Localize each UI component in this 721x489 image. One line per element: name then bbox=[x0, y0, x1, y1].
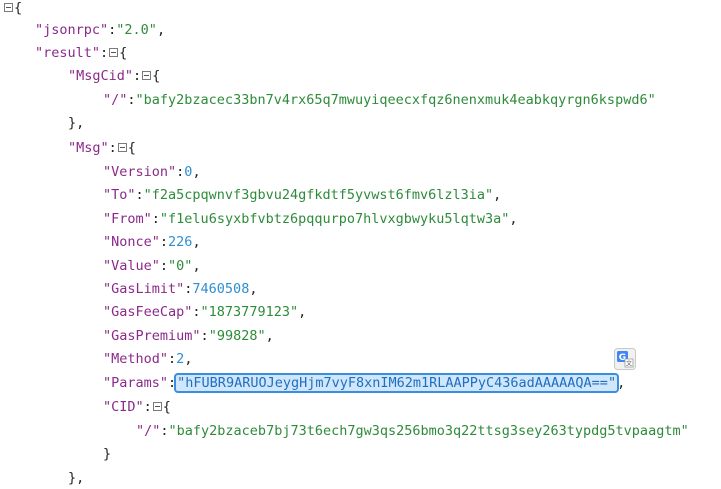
json-value-gaslimit: 7460508 bbox=[192, 281, 250, 297]
collapse-toggle-icon[interactable] bbox=[117, 142, 127, 152]
json-row-value: "Value":"0", bbox=[103, 258, 201, 274]
collapse-toggle-icon[interactable] bbox=[4, 2, 13, 12]
json-key-msg: "Msg" bbox=[68, 140, 109, 156]
json-key-gaslimit: "GasLimit" bbox=[103, 281, 185, 297]
json-row-cid-slash: "/":"bafy2bzaceb7bj73t6ech7gw3qs256bmo3q… bbox=[136, 423, 689, 439]
json-row-to: "To":"f2a5cpqwnvf3gbvu24gfkdtf5yvwst6fmv… bbox=[103, 187, 502, 203]
json-value-params: "hFUBR9ARUOJeygHjm7vyF8xnIM62m1RLAAPPyC4… bbox=[177, 375, 617, 391]
json-key-msgcid: "MsgCid" bbox=[68, 68, 134, 84]
json-key-method: "Method" bbox=[103, 351, 169, 367]
json-row-params: "Params":"hFUBR9ARUOJeygHjm7vyF8xnIM62m1… bbox=[103, 373, 626, 393]
json-key-value: "Value" bbox=[103, 258, 160, 274]
json-row-method: "Method":2, bbox=[103, 351, 193, 367]
json-value-msgcid: "bafy2bzacec33bn7v4rx65q7mwuyiqeecxfqz6n… bbox=[135, 92, 656, 108]
json-key-nonce: "Nonce" bbox=[103, 234, 160, 250]
collapse-toggle-icon[interactable] bbox=[109, 47, 119, 57]
json-value-value: "0" bbox=[168, 258, 193, 274]
json-row-nonce: "Nonce":226, bbox=[103, 234, 201, 250]
json-key-slash: "/" bbox=[103, 92, 128, 108]
json-key-from: "From" bbox=[103, 211, 152, 227]
json-row-jsonrpc: "jsonrpc":"2.0", bbox=[35, 22, 166, 38]
json-key-slash: "/" bbox=[136, 423, 161, 439]
json-value-nonce: 226 bbox=[168, 234, 193, 250]
json-value-jsonrpc: "2.0" bbox=[116, 22, 157, 38]
json-row-gaslimit: "GasLimit":7460508, bbox=[103, 281, 258, 297]
json-row-version: "Version":0, bbox=[103, 164, 201, 180]
json-row-gaspremium: "GasPremium":"99828", bbox=[103, 328, 274, 344]
json-row-msgcid-slash: "/":"bafy2bzacec33bn7v4rx65q7mwuyiqeecxf… bbox=[103, 92, 656, 108]
json-value-to: "f2a5cpqwnvf3gbvu24gfkdtf5yvwst6fmv6lzl3… bbox=[143, 187, 494, 203]
json-key-to: "To" bbox=[103, 187, 136, 203]
json-close-msgcid: }, bbox=[68, 115, 85, 131]
json-row-msg: "Msg":{ bbox=[68, 140, 136, 156]
json-key-gasfeecap: "GasFeeCap" bbox=[103, 304, 193, 320]
json-row-gasfeecap: "GasFeeCap":"1873779123", bbox=[103, 304, 307, 320]
json-row-msgcid: "MsgCid":{ bbox=[68, 68, 161, 84]
json-value-gaspremium: "99828" bbox=[208, 328, 266, 344]
json-key-version: "Version" bbox=[103, 164, 177, 180]
json-row-result: "result":{ bbox=[35, 45, 128, 61]
json-key-params: "Params" bbox=[103, 375, 169, 391]
collapse-toggle-icon[interactable] bbox=[152, 401, 162, 411]
json-key-gaspremium: "GasPremium" bbox=[103, 328, 201, 344]
json-close-msg: }, bbox=[68, 470, 85, 486]
line-root-open: { bbox=[3, 0, 22, 19]
json-key-result: "result" bbox=[35, 45, 101, 61]
json-row-cid: "CID":{ bbox=[103, 399, 171, 415]
collapse-toggle-icon[interactable] bbox=[142, 70, 152, 80]
selected-params-value[interactable]: "hFUBR9ARUOJeygHjm7vyF8xnIM62m1RLAAPPyC4… bbox=[174, 373, 620, 393]
translate-icon[interactable]: G 文 bbox=[614, 348, 636, 370]
json-value-cid: "bafy2bzaceb7bj73t6ech7gw3qs256bmo3q22tt… bbox=[168, 423, 689, 439]
svg-text:文: 文 bbox=[626, 360, 632, 368]
json-key-jsonrpc: "jsonrpc" bbox=[35, 22, 109, 38]
json-close-cid: } bbox=[103, 446, 112, 462]
json-row-from: "From":"f1elu6syxbfvbtz6pqqurpo7hlvxgbwy… bbox=[103, 211, 518, 227]
json-value-gasfeecap: "1873779123" bbox=[200, 304, 299, 320]
json-value-from: "f1elu6syxbfvbtz6pqqurpo7hlvxgbwyku5lqtw… bbox=[159, 211, 510, 227]
json-key-cid: "CID" bbox=[103, 399, 144, 415]
